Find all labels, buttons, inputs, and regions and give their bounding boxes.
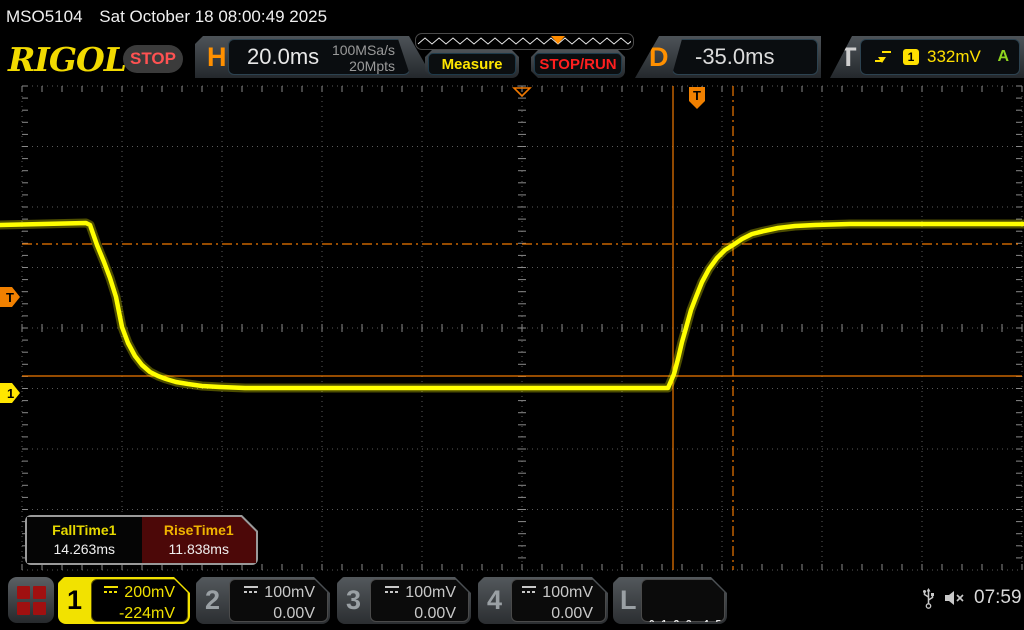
dc-coupling-icon (384, 585, 400, 595)
svg-text:T: T (693, 88, 701, 103)
horizontal-settings-button[interactable]: H 20.0ms 100MSa/s 20Mpts (195, 36, 433, 78)
measurement-falltime[interactable]: FallTime1 14.263ms (27, 517, 142, 563)
horizontal-label: H (207, 36, 227, 78)
channel3-box[interactable]: 3 100mV 0.00V (337, 577, 471, 624)
memory-depth: 20Mpts (332, 58, 395, 74)
falltime-label: FallTime1 (27, 522, 142, 538)
channel4-box[interactable]: 4 100mV 0.00V (478, 577, 608, 624)
channel1-scale: 200mV (124, 584, 175, 601)
channel-menu-button[interactable] (8, 577, 54, 623)
trigger-mode-indicator: A (997, 48, 1009, 66)
trigger-level-marker[interactable]: T (0, 287, 22, 307)
oscilloscope-screen: MSO5104 Sat October 18 08:00:49 2025 RIG… (0, 0, 1024, 630)
stop-run-button-label: STOP/RUN (534, 53, 622, 75)
delay-box[interactable]: -35.0ms (672, 39, 818, 75)
channel4-number: 4 (487, 585, 502, 616)
falling-edge-icon (873, 49, 893, 65)
channel1-number: 1 (67, 585, 82, 616)
title-bar: MSO5104 Sat October 18 08:00:49 2025 (0, 0, 1024, 30)
channel1-offset: -224mV (103, 603, 175, 624)
acquisition-info: 100MSa/s 20Mpts (332, 42, 395, 74)
channel2-offset: 0.00V (243, 603, 315, 624)
channel1-ground-marker[interactable]: 1 (0, 383, 22, 403)
dc-coupling-icon (243, 585, 259, 595)
usb-icon (922, 587, 935, 609)
grid-menu-icon (17, 586, 45, 614)
stop-run-button[interactable]: STOP/RUN (531, 50, 625, 78)
channel1-box[interactable]: 1 200mV -224mV (58, 577, 190, 624)
channel2-box[interactable]: 2 100mV 0.00V (196, 577, 330, 624)
trigger-level-value: 332mV (927, 47, 981, 67)
timebase-box[interactable]: 20.0ms 100MSa/s 20Mpts (228, 39, 410, 75)
channel4-offset: 0.00V (521, 603, 593, 624)
channel2-scale: 100mV (264, 584, 315, 601)
risetime-label: RiseTime1 (142, 522, 257, 538)
channel3-offset: 0.00V (384, 603, 456, 624)
trigger-label: T (840, 36, 857, 78)
graticule-and-trace: T (0, 82, 1024, 572)
measure-button[interactable]: Measure (425, 50, 519, 78)
logic-channels-box[interactable]: L 0 1 2 3 4 5 6 7 8 9 1011 12131415 (613, 577, 727, 624)
trigger-flag-letter: T (6, 290, 14, 305)
speaker-muted-icon (943, 589, 967, 607)
channel4-scale: 100mV (542, 584, 593, 601)
channel3-number: 3 (346, 585, 361, 616)
delay-value: -35.0ms (695, 44, 774, 70)
measure-button-label: Measure (428, 53, 516, 75)
waveform-position-bar[interactable] (415, 33, 634, 50)
status-icons: 07:59 (922, 585, 1022, 611)
run-state-badge: STOP (123, 45, 183, 73)
trigger-box[interactable]: 1 332mV A (860, 39, 1020, 75)
timebase-value: 20.0ms (247, 44, 319, 70)
delay-label: D (649, 36, 669, 78)
waveform-thumbnail-icon (416, 34, 631, 47)
measurement-risetime[interactable]: RiseTime1 11.838ms (142, 517, 257, 563)
trigger-settings-button[interactable]: T 1 332mV A (830, 36, 1024, 78)
risetime-value: 11.838ms (142, 541, 257, 557)
measurement-results-panel: FallTime1 14.263ms RiseTime1 11.838ms (25, 515, 258, 565)
clock-text: 07:59 (974, 587, 1022, 609)
waveform-display-area[interactable]: T T 1 FallTime1 14.263ms RiseTime1 11 (0, 82, 1024, 572)
dc-coupling-icon (521, 585, 537, 595)
delay-settings-button[interactable]: D -35.0ms (635, 36, 821, 78)
falltime-value: 14.263ms (27, 541, 142, 557)
logic-label: L (620, 585, 637, 616)
logic-digits-row1: 0 1 2 3 4 5 6 7 (649, 617, 748, 630)
channel1-flag-number: 1 (7, 386, 14, 401)
datetime-text: Sat October 18 08:00:49 2025 (99, 7, 327, 27)
sample-rate: 100MSa/s (332, 42, 395, 58)
model-name: MSO5104 (6, 7, 83, 27)
trigger-source-badge: 1 (903, 49, 919, 65)
rigol-logo: RIGOL (8, 40, 126, 79)
dc-coupling-icon (103, 585, 119, 595)
channel3-scale: 100mV (405, 584, 456, 601)
channel2-number: 2 (205, 585, 220, 616)
